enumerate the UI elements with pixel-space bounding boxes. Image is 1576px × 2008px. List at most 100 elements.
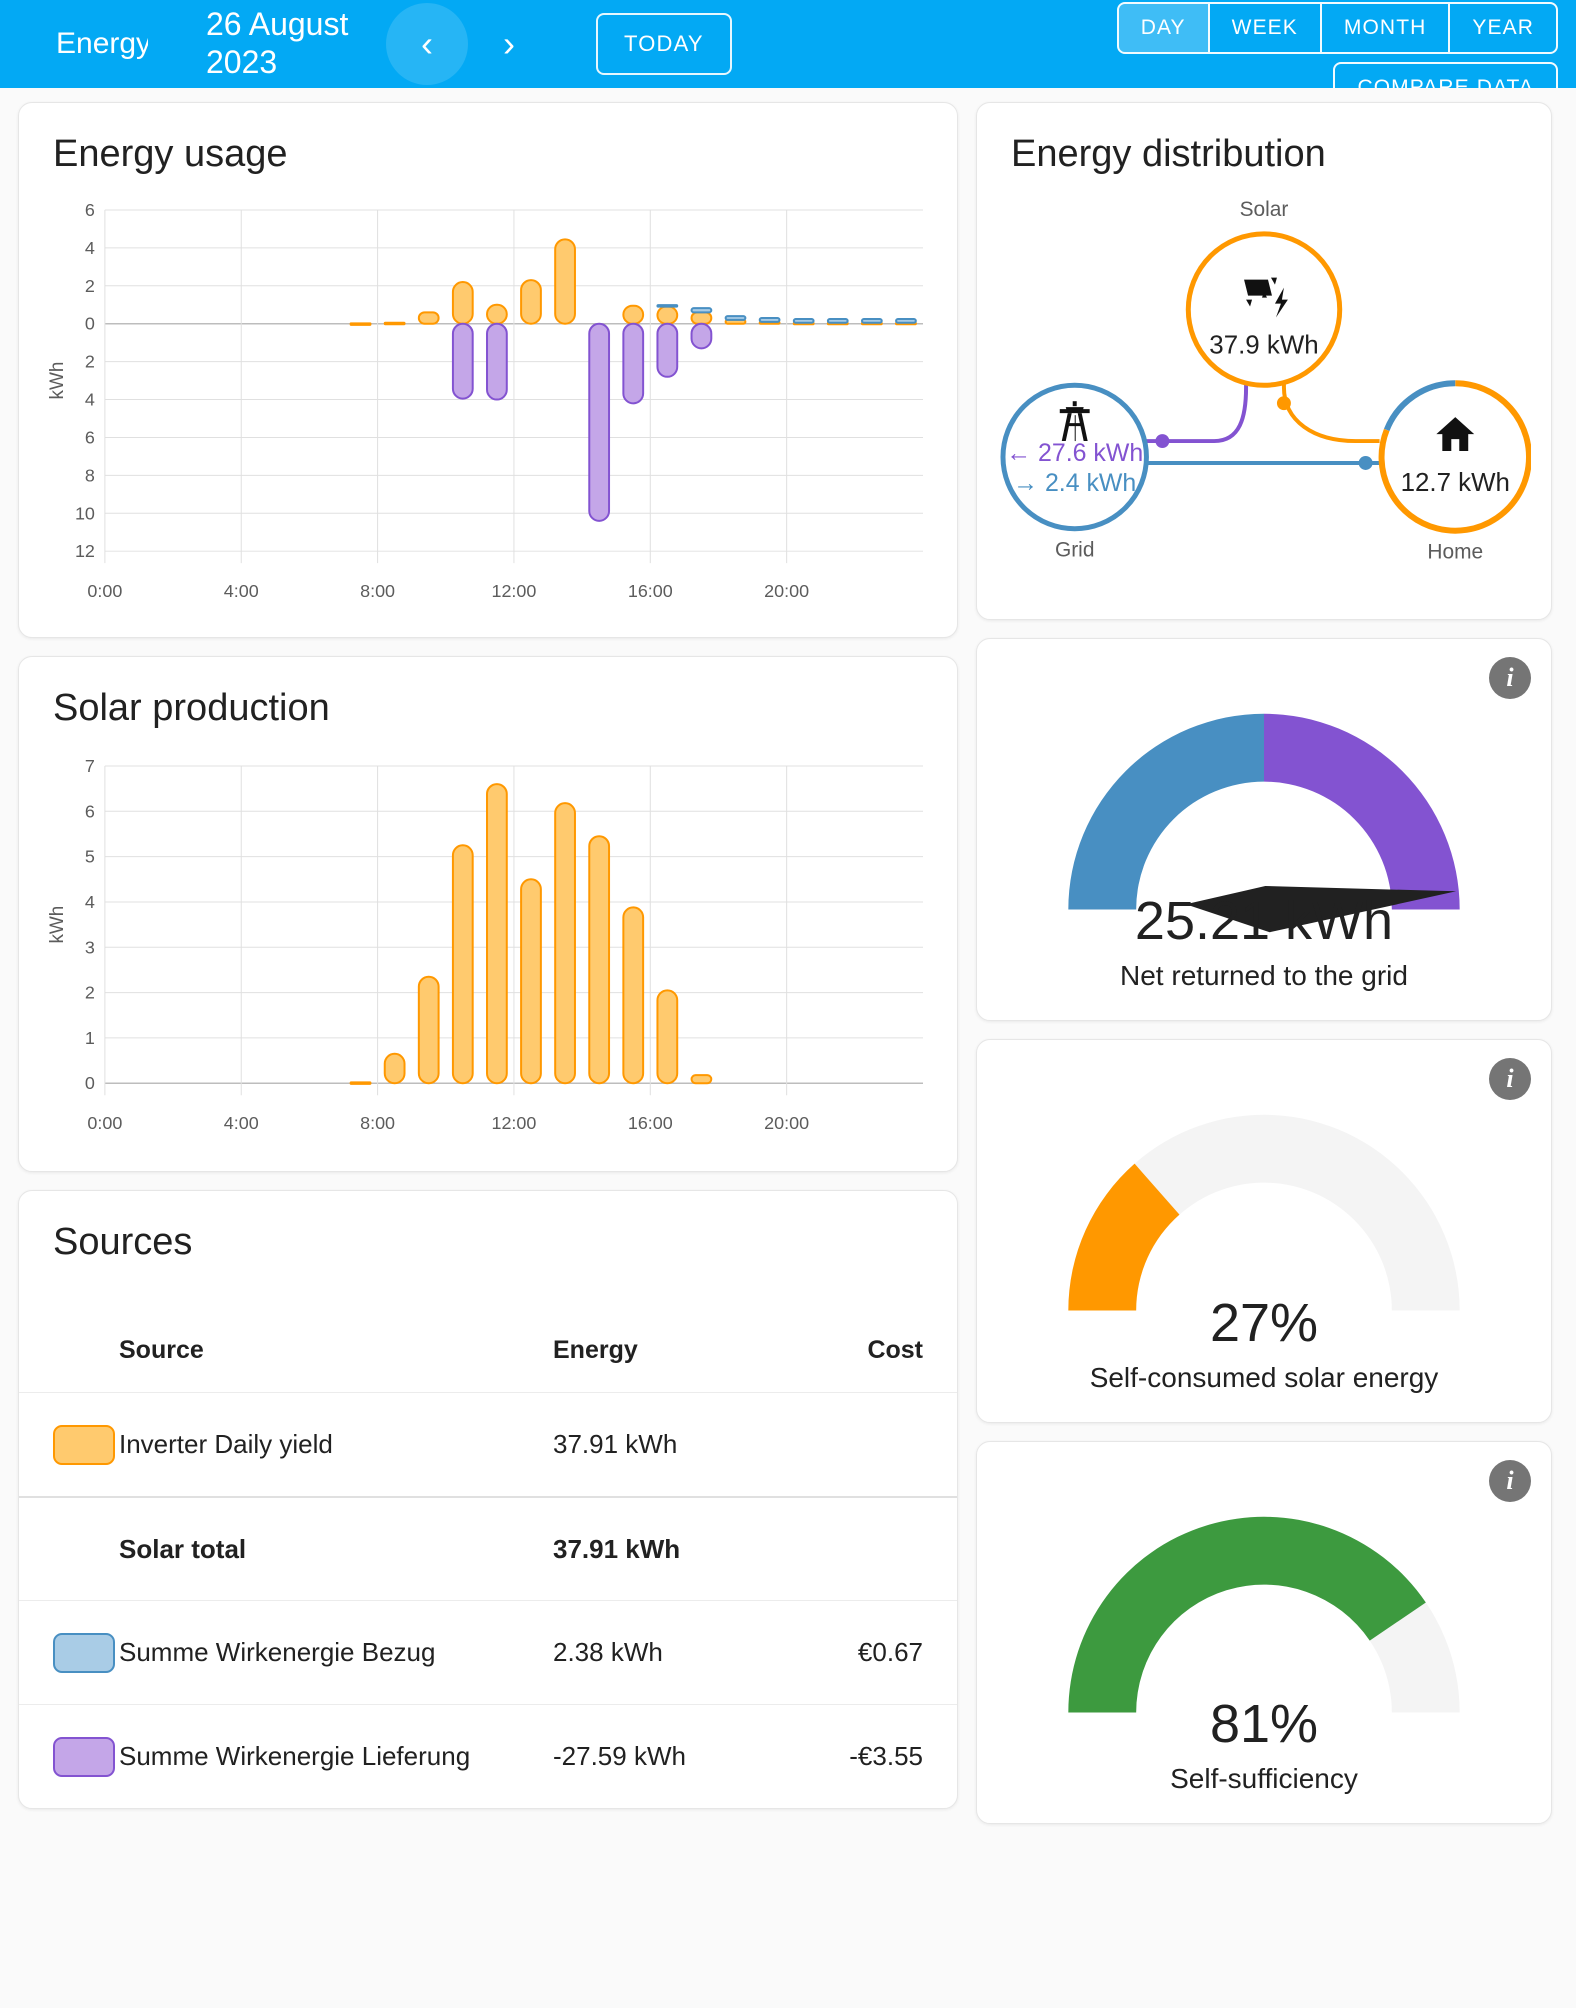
svg-text:4: 4 (85, 892, 95, 912)
column-header-cost: Cost (867, 1335, 923, 1364)
source-name-cell: Solar total (119, 1533, 247, 1564)
left-column: Energy usage 6 4 2 0 2 4 6 8 10 12 0:00 4:00 8:00 12:… (18, 102, 958, 1810)
svg-text:0: 0 (85, 1073, 95, 1093)
energy-usage-title: Energy usage (53, 133, 288, 175)
distribution-sankey: Solar 37.9 kWh ← 27.6 kWh→ 2.4 kWh Grid 12.7… (1000, 198, 1531, 564)
svg-text:0: 0 (85, 314, 95, 334)
source-energy-cell: -27.59 kWh (553, 1741, 686, 1772)
svg-text:20:00: 20:00 (764, 1113, 809, 1133)
color-swatch-icon (53, 1736, 115, 1777)
source-name-cell: Summe Wirkenergie Lieferung (119, 1741, 471, 1772)
right-column: Energy distribution Solar 37.9 kWh ← 27.6 … (976, 102, 1552, 1825)
svg-text:4: 4 (85, 390, 95, 410)
svg-text:→ 2.4 kWh: → 2.4 kWh (1013, 469, 1136, 497)
svg-text:8:00: 8:00 (360, 1113, 395, 1133)
source-name-cell: Summe Wirkenergie Bezug (119, 1637, 436, 1668)
svg-text:4: 4 (85, 238, 95, 258)
svg-text:37.9 kWh: 37.9 kWh (1209, 331, 1318, 359)
color-swatch-icon (53, 1632, 115, 1673)
table-row: Summe Wirkenergie Bezug 2.38 kWh €0.67 (19, 1600, 957, 1704)
info-icon[interactable]: i (1489, 1058, 1531, 1101)
svg-text:8:00: 8:00 (360, 581, 395, 601)
energy-distribution-diagram: Solar 37.9 kWh ← 27.6 kWh → 2.4 kWh Grid 12.7… (977, 176, 1551, 619)
period-button-day[interactable]: DAY (1118, 4, 1210, 52)
energy-usage-chart[interactable]: 6 4 2 0 2 4 6 8 10 12 0:00 4:00 8:00 12:00 16:00 20:00 k… (19, 176, 957, 637)
today-button[interactable]: TODAY (596, 13, 732, 75)
dashboard-grid: Energy usage 6 4 2 0 2 4 6 8 10 12 0:00 4:00 8:00 12:… (0, 88, 1576, 1825)
current-date-label: 26 August 2023 (206, 6, 349, 80)
svg-text:12: 12 (75, 541, 95, 561)
svg-text:12:00: 12:00 (491, 581, 536, 601)
source-energy-cell: 37.91 kWh (553, 1429, 678, 1460)
table-row: Inverter Daily yield 37.91 kWh (19, 1392, 957, 1496)
net-returned-gauge-card: i 25.21 kWh Net returned to the grid (976, 637, 1552, 1022)
svg-text:2: 2 (85, 276, 95, 296)
sources-card: Sources Source Energy Cost Inverter Dail… (18, 1190, 958, 1810)
svg-text:Solar: Solar (1240, 198, 1289, 221)
svg-text:Grid: Grid (1055, 539, 1095, 562)
svg-text:20:00: 20:00 (764, 581, 809, 601)
source-color-swatch-cell (19, 1736, 119, 1777)
svg-text:7: 7 (85, 756, 95, 776)
source-cost-cell: €0.67 (857, 1637, 923, 1668)
column-header-energy: Energy (553, 1335, 638, 1364)
period-button-week[interactable]: WEEK (1210, 4, 1322, 52)
svg-text:16:00: 16:00 (628, 581, 673, 601)
net-returned-caption: Net returned to the grid (1120, 960, 1408, 992)
period-button-month[interactable]: MONTH (1322, 4, 1451, 52)
table-row: Summe Wirkenergie Lieferung -27.59 kWh -€3… (19, 1704, 957, 1808)
svg-text:0:00: 0:00 (87, 1113, 122, 1133)
svg-text:6: 6 (85, 801, 95, 821)
svg-text:8: 8 (85, 465, 95, 485)
solar-production-chart[interactable]: 0 1 2 3 4 5 6 7 0:00 4:00 8:00 12:00 16:00 20:00 kWh (19, 730, 957, 1171)
svg-text:4:00: 4:00 (224, 1113, 259, 1133)
solar-production-card: Solar production 0 1 2 3 4 5 6 7 0:00 4:00 8:00 12:… (18, 656, 958, 1173)
source-energy-cell: 37.91 kWh (553, 1533, 681, 1564)
svg-text:2: 2 (85, 983, 95, 1003)
previous-period-button[interactable]: ‹ (386, 3, 468, 85)
svg-text:Home: Home (1427, 541, 1483, 564)
svg-text:12:00: 12:00 (491, 1113, 536, 1133)
self-sufficiency-value: 81% (1209, 1694, 1319, 1755)
energy-usage-plot: 6 4 2 0 2 4 6 8 10 12 0:00 4:00 8:00 12:00 16:00 20:00 k… (49, 200, 923, 601)
svg-text:16:00: 16:00 (628, 1113, 673, 1133)
svg-text:10: 10 (75, 503, 95, 523)
compare-data-button[interactable]: COMPARE DATA (1333, 62, 1558, 88)
app-toolbar: Energy 26 August 2023 ‹ › TODAY DAY WEEK… (0, 0, 1576, 88)
self-sufficiency-gauge-card: i 81% Self-sufficiency (976, 1440, 1552, 1825)
energy-usage-card: Energy usage 6 4 2 0 2 4 6 8 10 12 0:00 4:00 8:00 12:… (18, 102, 958, 639)
info-icon[interactable]: i (1489, 656, 1531, 699)
self-consumed-value: 27% (1209, 1292, 1319, 1353)
sources-table-body: Inverter Daily yield 37.91 kWh Solar total… (19, 1392, 957, 1808)
svg-text:kWh: kWh (49, 906, 68, 944)
period-button-group: DAY WEEK MONTH YEAR (1116, 2, 1558, 54)
source-color-swatch-cell (19, 1632, 119, 1673)
next-period-button[interactable]: › (468, 3, 550, 85)
svg-text:4:00: 4:00 (224, 581, 259, 601)
period-button-year[interactable]: YEAR (1450, 4, 1556, 52)
sources-title: Sources (53, 1221, 193, 1264)
column-header-source: Source (119, 1335, 204, 1364)
svg-text:3: 3 (85, 937, 95, 957)
svg-text:0:00: 0:00 (87, 581, 122, 601)
source-energy-cell: 2.38 kWh (553, 1637, 663, 1668)
svg-text:12.7 kWh: 12.7 kWh (1401, 469, 1510, 497)
energy-distribution-title: Energy distribution (1011, 133, 1326, 175)
self-consumed-caption: Self-consumed solar energy (1089, 1361, 1439, 1393)
svg-text:kWh: kWh (49, 362, 68, 400)
source-color-swatch-cell (19, 1424, 119, 1465)
energy-distribution-card: Energy distribution Solar 37.9 kWh ← 27.6 … (976, 102, 1552, 620)
color-swatch-icon (53, 1424, 115, 1465)
table-row: Solar total 37.91 kWh (19, 1496, 957, 1600)
self-consumed-gauge-card: i 27% Self-consumed solar energy (976, 1039, 1552, 1423)
sources-table-header: Source Energy Cost (19, 1308, 957, 1392)
svg-text:← 27.6 kWh: ← 27.6 kWh (1006, 439, 1143, 467)
sources-table: Source Energy Cost Inverter Daily yield 3… (19, 1308, 957, 1808)
page-title: Energy (56, 27, 148, 60)
info-icon[interactable]: i (1489, 1459, 1531, 1502)
svg-text:6: 6 (85, 427, 95, 447)
svg-text:1: 1 (85, 1028, 95, 1048)
solar-production-title: Solar production (53, 687, 330, 730)
svg-text:2: 2 (85, 352, 95, 372)
source-cost-cell: -€3.55 (849, 1741, 923, 1772)
